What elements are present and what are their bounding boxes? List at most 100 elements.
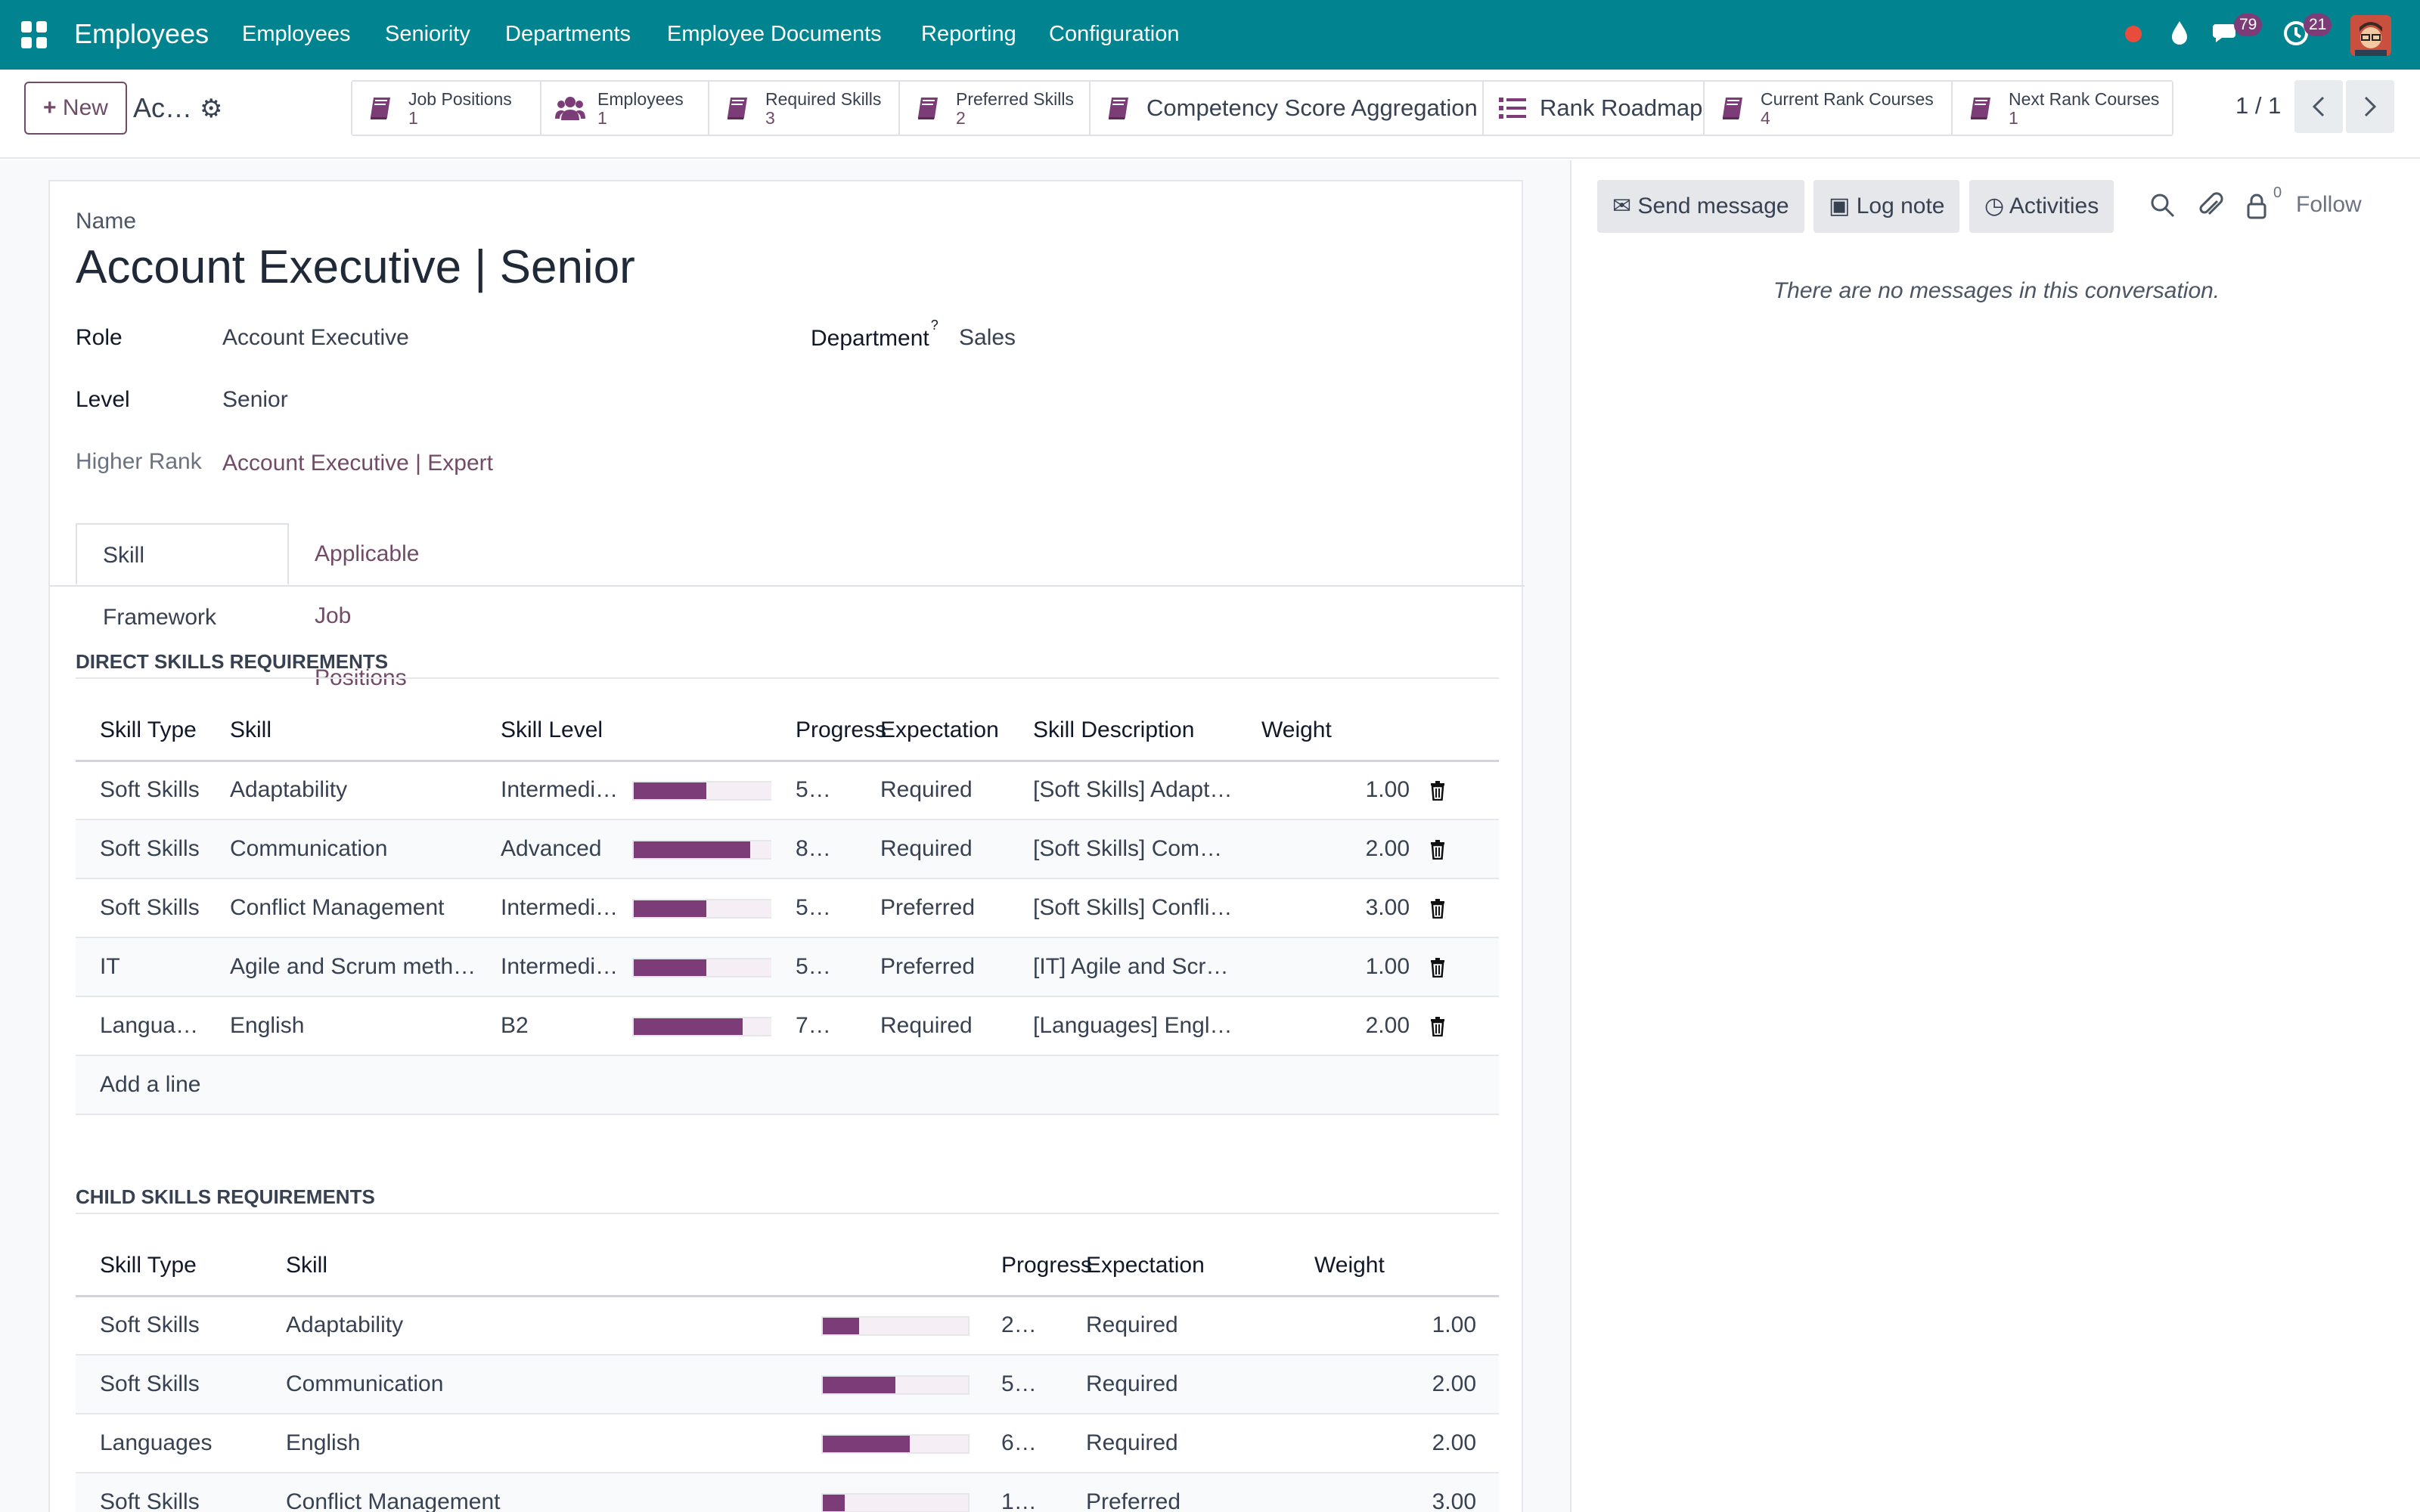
skill-description-cell[interactable]: [Soft Skills] Conflict Ma… [1009,878,1237,938]
menu-employee-documents[interactable]: Employee Documents [667,20,882,48]
menu-configuration[interactable]: Configuration [1049,20,1180,48]
column-header-expectation[interactable]: Expectation [1062,1237,1290,1297]
smart-button-label: Competency Score Aggregation [1146,94,1478,121]
smart-button-next-rank-courses[interactable]: Next Rank Courses 1 [1953,82,2172,135]
pager-next-button[interactable] [2346,80,2394,133]
column-header-weight[interactable]: Weight [1237,702,1419,762]
column-header-skill-type[interactable]: Skill Type [76,1237,262,1297]
smart-button-preferred-skills[interactable]: Preferred Skills 2 [900,82,1091,135]
droplet-icon[interactable] [2164,18,2195,48]
menu-departments[interactable]: Departments [505,20,631,48]
table-row[interactable]: IT Agile and Scrum metho… Intermedia… 50 % P… [76,937,1499,997]
expectation-cell[interactable]: Required [856,761,1009,820]
skill-level-cell[interactable]: B2 [476,996,620,1056]
table-row[interactable]: Soft Skills Communication 50 % Required 2.00 [76,1355,1499,1414]
skill-level-cell[interactable]: Advanced [476,820,620,879]
table-row[interactable]: Soft Skills Adaptability 25 % Required 1.00 [76,1296,1499,1356]
column-header-skill[interactable]: Skill [262,1237,821,1297]
progress-bar-fill [634,959,706,977]
weight-cell[interactable]: 2.00 [1237,996,1419,1056]
help-tooltip-icon[interactable]: ? [931,318,939,333]
record-title[interactable]: Account Executive | Senior [76,237,635,298]
delete-row-button[interactable] [1419,761,1499,820]
app-name[interactable]: Employees [74,17,209,51]
skill-level-cell[interactable]: Intermedia… [476,878,620,938]
tab-skill-framework[interactable]: Skill Framework [76,523,289,630]
role-field[interactable]: Account Executive [222,325,409,351]
weight-cell[interactable]: 1.00 [1237,937,1419,997]
expectation-cell[interactable]: Preferred [856,878,1009,938]
smart-button-employees[interactable]: Employees 1 [541,82,709,135]
skill-description-cell[interactable]: [IT] Agile and Scrum me… [1009,937,1237,997]
menu-seniority[interactable]: Seniority [385,20,470,48]
column-header-progress[interactable]: Progress [771,702,886,762]
skill-type-cell[interactable]: Languages [76,996,206,1056]
tab-applicable-job-positions[interactable]: Applicable Job Positions [289,523,445,690]
delete-row-button[interactable] [1419,937,1499,997]
trash-icon [1431,840,1444,860]
apps-menu-icon[interactable] [21,21,48,48]
followers-lock-icon[interactable] [2242,191,2272,221]
skill-level-cell[interactable]: Intermedia… [476,937,620,997]
column-header-skill-level[interactable]: Skill Level [476,702,620,762]
menu-reporting[interactable]: Reporting [921,20,1016,48]
table-row[interactable]: Soft Skills Conflict Management Intermedia… [76,878,1499,938]
skill-level-cell[interactable]: Intermedia… [476,761,620,820]
pager-value[interactable]: 1 / 1 [2235,92,2281,119]
skill-cell[interactable]: Adaptability [206,761,476,820]
table-row[interactable]: Soft Skills Communication Advanced 80 % Requ… [76,820,1499,879]
skill-cell[interactable]: Conflict Management [206,878,476,938]
weight-cell[interactable]: 1.00 [1237,761,1419,820]
column-header-skill-type[interactable]: Skill Type [76,702,206,762]
activities-button[interactable]: ◷ Activities [1969,180,2114,233]
skill-type-cell[interactable]: IT [76,937,206,997]
skill-cell[interactable]: Agile and Scrum metho… [206,937,476,997]
send-message-button[interactable]: ✉ Send message [1597,180,1804,233]
column-header-progress[interactable]: Progress [977,1237,1092,1297]
smart-button-current-rank-courses[interactable]: Current Rank Courses 4 [1705,82,1953,135]
table-row[interactable]: Soft Skills Conflict Management 15 % Prefer… [76,1473,1499,1512]
smart-button-job-positions[interactable]: Job Positions 1 [352,82,541,135]
department-field[interactable]: Sales [959,325,1016,351]
follow-button[interactable]: Follow [2296,192,2362,218]
table-row[interactable]: Soft Skills Adaptability Intermedia… 50 % Re… [76,761,1499,820]
delete-row-button[interactable] [1419,996,1499,1056]
higher-rank-link[interactable]: Account Executive | Expert [222,451,493,476]
smart-button-required-skills[interactable]: Required Skills 3 [709,82,900,135]
menu-employees[interactable]: Employees [242,20,350,48]
skill-type-cell[interactable]: Soft Skills [76,761,206,820]
search-icon[interactable] [2148,191,2178,221]
pager-previous-button[interactable] [2294,80,2343,133]
skill-type-cell[interactable]: Soft Skills [76,878,206,938]
column-header-weight[interactable]: Weight [1290,1237,1499,1297]
new-button[interactable]: + New [24,82,127,135]
add-line-link[interactable]: Add a line [76,1055,1499,1115]
column-header-skill-description[interactable]: Skill Description [1009,702,1237,762]
skill-description-cell[interactable]: [Soft Skills] Communic… [1009,820,1237,879]
level-field[interactable]: Senior [222,387,288,413]
delete-row-button[interactable] [1419,878,1499,938]
smart-button-competency-score[interactable]: Competency Score Aggregation [1091,82,1484,135]
smart-button-label: Preferred Skills [956,89,1074,109]
user-avatar[interactable] [2350,15,2391,56]
recording-indicator-icon[interactable] [2125,26,2142,42]
skill-cell[interactable]: Communication [206,820,476,879]
skill-type-cell[interactable]: Soft Skills [76,820,206,879]
log-note-button[interactable]: ▣ Log note [1813,180,1960,233]
expectation-cell[interactable]: Required [856,996,1009,1056]
table-row[interactable]: Languages English B2 75 % Required [Languages… [76,996,1499,1056]
weight-cell[interactable]: 3.00 [1237,878,1419,938]
skill-description-cell[interactable]: [Soft Skills] Adaptabilit… [1009,761,1237,820]
expectation-cell[interactable]: Preferred [856,937,1009,997]
column-header-skill[interactable]: Skill [206,702,476,762]
weight-cell[interactable]: 2.00 [1237,820,1419,879]
table-row[interactable]: Languages English 60 % Required 2.00 [76,1414,1499,1473]
progress-bar [632,899,771,919]
delete-row-button[interactable] [1419,820,1499,879]
gear-icon[interactable]: ⚙ [200,94,222,124]
skill-cell[interactable]: English [206,996,476,1056]
expectation-cell[interactable]: Required [856,820,1009,879]
skill-description-cell[interactable]: [Languages] English - B2 [1009,996,1237,1056]
smart-button-rank-roadmap[interactable]: Rank Roadmap [1484,82,1705,135]
paperclip-icon[interactable] [2196,191,2226,221]
